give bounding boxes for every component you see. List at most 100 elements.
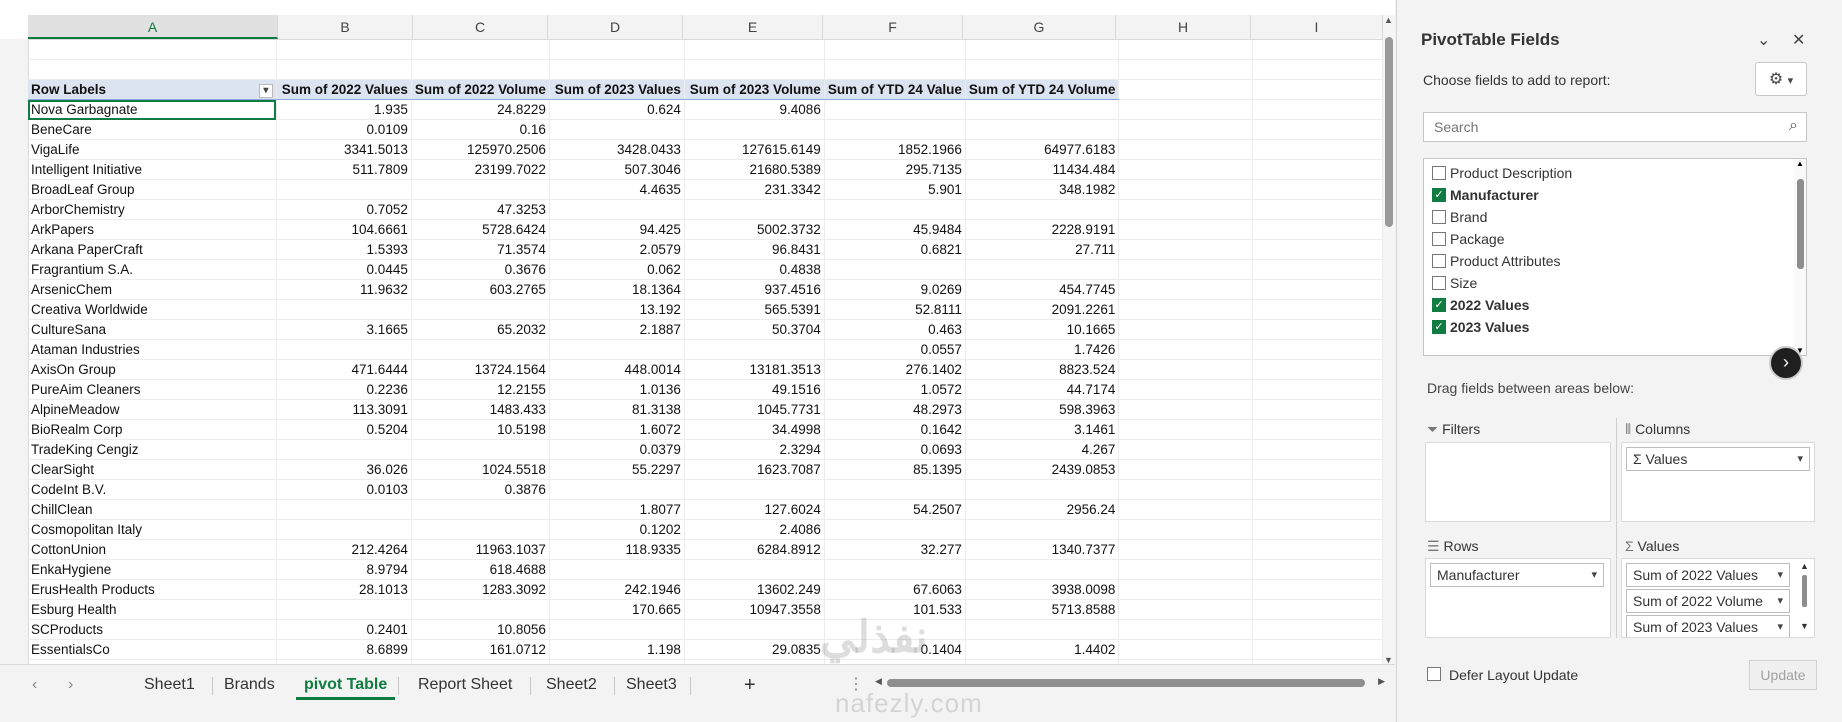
row-label-cell[interactable]: ClearSight xyxy=(28,459,277,480)
value-cell[interactable]: 295.7135 xyxy=(824,159,966,180)
empty-cell[interactable] xyxy=(1252,579,1383,600)
value-cell[interactable]: 3428.0433 xyxy=(549,139,685,160)
value-cell[interactable]: 454.7745 xyxy=(965,279,1120,300)
value-cell[interactable]: 10947.3558 xyxy=(684,599,825,620)
header-cell[interactable]: Sum of 2023 Volume xyxy=(684,79,825,100)
value-cell[interactable]: 565.5391 xyxy=(684,299,825,320)
column-header-a[interactable]: A xyxy=(28,15,278,39)
value-cell[interactable] xyxy=(411,179,550,200)
value-cell[interactable]: 8.9794 xyxy=(276,559,412,580)
close-icon[interactable]: ✕ xyxy=(1792,30,1805,50)
empty-cell[interactable] xyxy=(1118,119,1253,140)
value-cell[interactable]: 48.2973 xyxy=(824,399,966,420)
vertical-scrollbar[interactable]: ▲ ▼ xyxy=(1383,15,1395,665)
row-label-cell[interactable]: CottonUnion xyxy=(28,539,277,560)
value-cell[interactable]: 64977.6183 xyxy=(965,139,1120,160)
empty-cell[interactable] xyxy=(1252,419,1383,440)
field-item[interactable]: Size xyxy=(1424,271,1784,295)
filters-area[interactable] xyxy=(1425,442,1611,522)
value-cell[interactable] xyxy=(824,559,966,580)
values-chip[interactable]: Sum of 2022 Volume ▾ xyxy=(1626,589,1790,613)
defer-checkbox[interactable] xyxy=(1427,667,1441,681)
value-cell[interactable]: 127615.6149 xyxy=(684,139,825,160)
row-label-cell[interactable]: EnkaHygiene xyxy=(28,559,277,580)
value-cell[interactable] xyxy=(824,479,966,500)
value-cell[interactable]: 0.062 xyxy=(549,259,685,280)
more-options-icon[interactable]: ⋮ xyxy=(840,673,872,697)
field-item[interactable]: ✓ Manufacturer xyxy=(1424,183,1784,207)
value-cell[interactable]: 0.16 xyxy=(411,119,550,140)
value-cell[interactable]: 101.533 xyxy=(824,599,966,620)
chevron-down-icon[interactable]: ▾ xyxy=(1777,590,1783,612)
value-cell[interactable]: 231.3342 xyxy=(684,179,825,200)
row-label-cell[interactable]: BioRealm Corp xyxy=(28,419,277,440)
value-cell[interactable] xyxy=(276,179,412,200)
value-cell[interactable]: 11434.484 xyxy=(965,159,1120,180)
empty-cell[interactable] xyxy=(1252,359,1383,380)
value-cell[interactable]: 0.0445 xyxy=(276,259,412,280)
row-label-cell[interactable]: Esburg Health xyxy=(28,599,277,620)
value-cell[interactable]: 1.6072 xyxy=(549,419,685,440)
empty-cell[interactable] xyxy=(1252,619,1383,640)
value-cell[interactable]: 3.1665 xyxy=(276,319,412,340)
row-label-cell[interactable]: Creativa Worldwide xyxy=(28,299,277,320)
value-cell[interactable]: 125970.2506 xyxy=(411,139,550,160)
value-cell[interactable] xyxy=(824,519,966,540)
value-cell[interactable] xyxy=(824,119,966,140)
value-cell[interactable]: 937.4516 xyxy=(684,279,825,300)
scroll-right-icon[interactable]: ▶ xyxy=(1378,676,1385,687)
row-label-cell[interactable]: Intelligent Initiative xyxy=(28,159,277,180)
field-checkbox[interactable]: ✓ xyxy=(1432,298,1446,312)
column-header-b[interactable]: B xyxy=(278,15,413,39)
value-cell[interactable]: 94.425 xyxy=(549,219,685,240)
empty-cell[interactable] xyxy=(1118,239,1253,260)
value-cell[interactable]: 212.4264 xyxy=(276,539,412,560)
value-cell[interactable]: 50.3704 xyxy=(684,319,825,340)
value-cell[interactable]: 1024.5518 xyxy=(411,459,550,480)
value-cell[interactable] xyxy=(824,259,966,280)
value-cell[interactable]: 0.4838 xyxy=(684,259,825,280)
value-cell[interactable]: 0.7052 xyxy=(276,199,412,220)
value-cell[interactable] xyxy=(411,439,550,460)
value-cell[interactable] xyxy=(276,599,412,620)
empty-cell[interactable] xyxy=(1118,399,1253,420)
value-cell[interactable] xyxy=(276,339,412,360)
value-cell[interactable]: 0.0103 xyxy=(276,479,412,500)
header-cell[interactable]: Sum of 2022 Volume xyxy=(411,79,550,100)
value-cell[interactable]: 28.1013 xyxy=(276,579,412,600)
value-cell[interactable]: 13.192 xyxy=(549,299,685,320)
empty-cell[interactable] xyxy=(1118,139,1253,160)
row-label-cell[interactable]: BeneCare xyxy=(28,119,277,140)
value-cell[interactable] xyxy=(549,479,685,500)
field-item[interactable]: Package xyxy=(1424,227,1784,251)
add-sheet-button[interactable]: + xyxy=(736,673,764,697)
header-cell[interactable]: Sum of YTD 24 Value xyxy=(824,79,966,100)
value-cell[interactable] xyxy=(684,339,825,360)
value-cell[interactable]: 34.4998 xyxy=(684,419,825,440)
field-item[interactable]: ✓ 2022 Values xyxy=(1424,293,1784,317)
empty-cell[interactable] xyxy=(1118,259,1253,280)
value-cell[interactable] xyxy=(276,499,412,520)
empty-cell[interactable] xyxy=(1118,499,1253,520)
empty-cell[interactable] xyxy=(1118,439,1253,460)
value-cell[interactable]: 55.2297 xyxy=(549,459,685,480)
value-cell[interactable]: 67.6063 xyxy=(824,579,966,600)
empty-cell[interactable] xyxy=(1118,419,1253,440)
row-label-cell[interactable]: PureAim Cleaners xyxy=(28,379,277,400)
value-cell[interactable]: 10.5198 xyxy=(411,419,550,440)
empty-cell[interactable] xyxy=(1252,179,1383,200)
field-checkbox[interactable] xyxy=(1432,210,1446,224)
value-cell[interactable]: 96.8431 xyxy=(684,239,825,260)
field-checkbox[interactable] xyxy=(1432,232,1446,246)
chevron-down-icon[interactable]: ▾ xyxy=(1591,564,1597,586)
update-button[interactable]: Update xyxy=(1749,660,1817,690)
settings-button[interactable]: ⚙ ▾ xyxy=(1755,62,1807,96)
empty-cell[interactable] xyxy=(1252,639,1383,660)
columns-values-chip[interactable]: Σ Values ▾ xyxy=(1626,447,1810,471)
value-cell[interactable]: 3341.5013 xyxy=(276,139,412,160)
value-cell[interactable]: 47.3253 xyxy=(411,199,550,220)
value-cell[interactable]: 618.4688 xyxy=(411,559,550,580)
row-label-cell[interactable]: ArsenicChem xyxy=(28,279,277,300)
value-cell[interactable]: 0.1642 xyxy=(824,419,966,440)
empty-cell[interactable] xyxy=(1252,399,1383,420)
